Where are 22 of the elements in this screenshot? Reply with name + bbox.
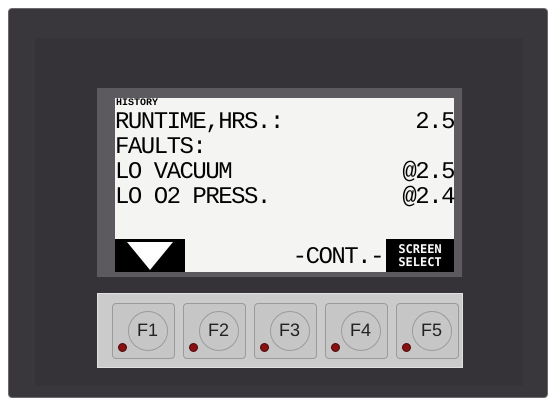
row-label: LO VACUUM — [115, 160, 232, 185]
led-indicator — [260, 342, 269, 352]
row-value: @2.4 — [402, 185, 454, 210]
led-indicator — [331, 342, 340, 352]
function-key[interactable]: F1 — [112, 302, 175, 358]
row-label: RUNTIME,HRS.: — [115, 110, 283, 135]
led-indicator — [189, 342, 198, 352]
screen-select-button[interactable]: SCREEN SELECT — [386, 239, 454, 272]
row-label: LO O2 PRESS. — [115, 185, 270, 210]
function-key[interactable]: F3 — [254, 302, 317, 358]
screen-title: HISTORY — [115, 98, 158, 110]
continue-label: -CONT.- — [292, 244, 383, 272]
function-key[interactable]: F5 — [396, 302, 459, 358]
led-indicator — [118, 342, 127, 352]
function-key[interactable]: F2 — [183, 302, 246, 358]
row-value: 2.5 — [415, 110, 454, 135]
led-indicator — [402, 342, 411, 352]
row-value: @2.5 — [402, 160, 454, 185]
row-label: FAULTS: — [115, 135, 206, 160]
scroll-down-button[interactable] — [115, 239, 185, 272]
function-key[interactable]: F4 — [325, 302, 388, 358]
down-triangle-icon — [127, 242, 173, 270]
